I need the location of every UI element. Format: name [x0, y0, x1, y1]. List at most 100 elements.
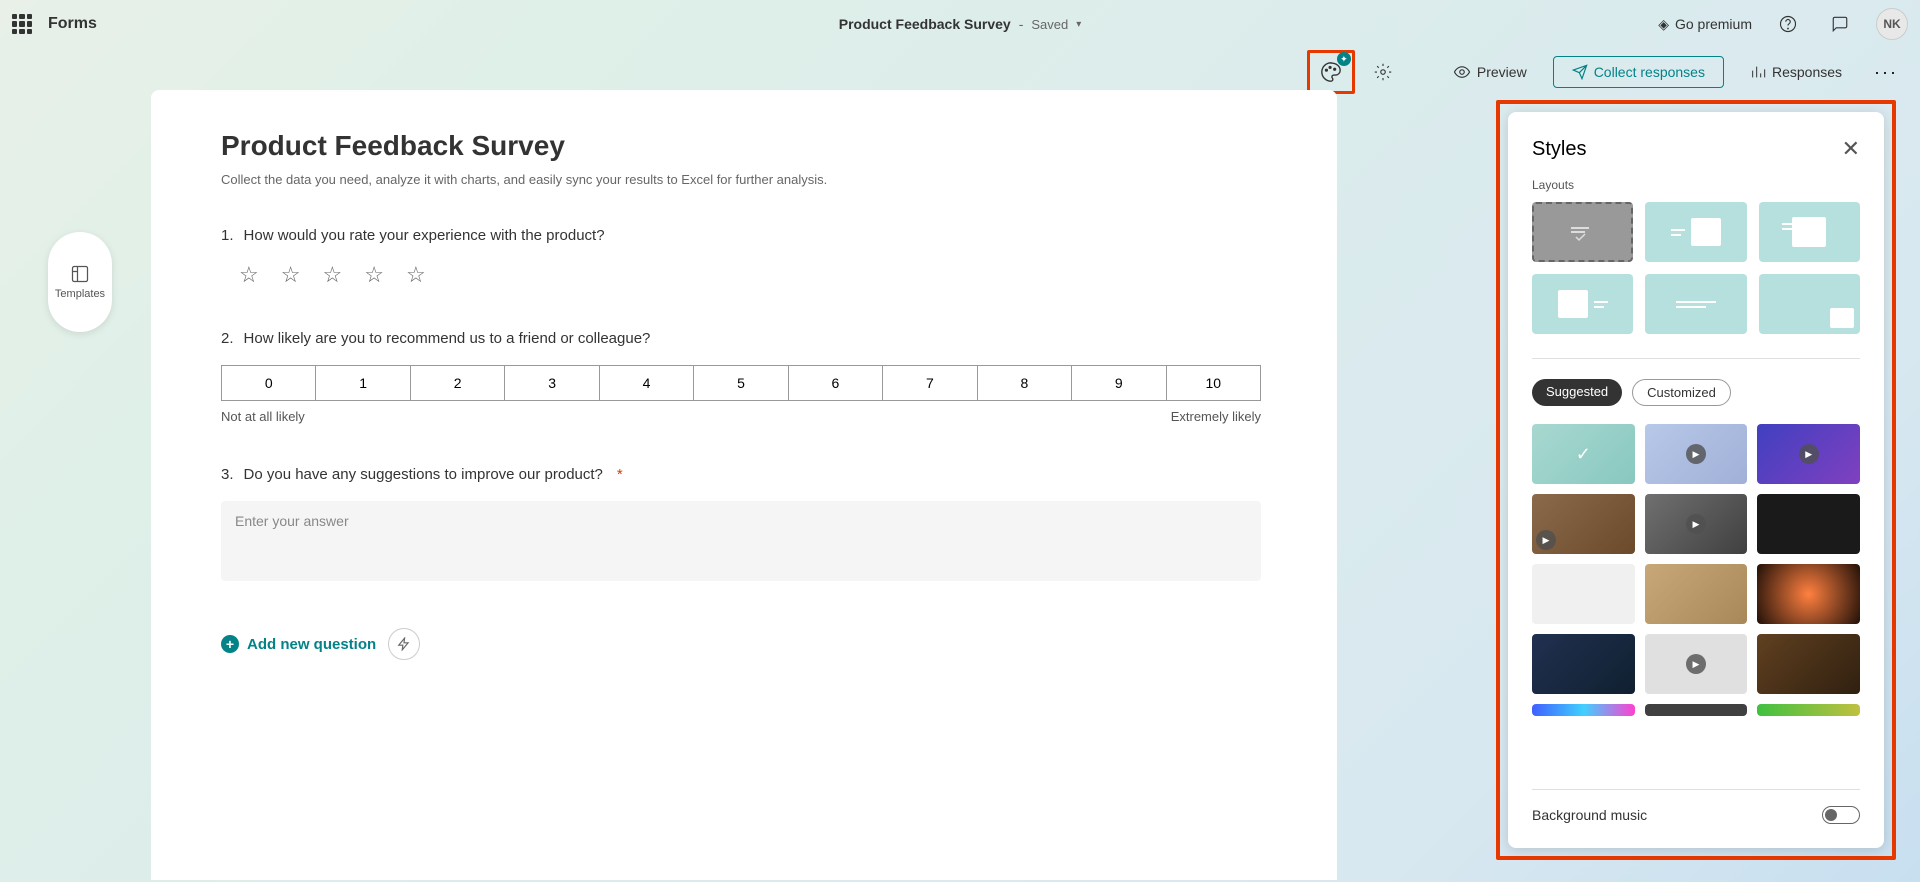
star-4[interactable]: ☆	[364, 262, 384, 288]
nps-scale: 0 1 2 3 4 5 6 7 8 9 10	[221, 365, 1261, 401]
theme-card-1[interactable]: ✓	[1532, 424, 1635, 484]
theme-card-4[interactable]: ▶	[1532, 494, 1635, 554]
nps-option-0[interactable]: 0	[221, 365, 316, 401]
add-new-label: Add new question	[247, 636, 376, 653]
star-1[interactable]: ☆	[239, 262, 259, 288]
save-status: Saved	[1031, 17, 1068, 32]
nps-option-4[interactable]: 4	[599, 365, 694, 401]
add-question-row: + Add new question	[221, 628, 1267, 660]
rating-stars: ☆ ☆ ☆ ☆ ☆	[221, 262, 1267, 288]
question-number: 1.	[221, 227, 234, 244]
nps-option-1[interactable]: 1	[315, 365, 410, 401]
close-button[interactable]: ✕	[1842, 136, 1860, 162]
responses-label: Responses	[1772, 64, 1842, 80]
answer-textarea[interactable]	[221, 501, 1261, 581]
help-button[interactable]	[1772, 8, 1804, 40]
nps-option-5[interactable]: 5	[693, 365, 788, 401]
nps-option-7[interactable]: 7	[882, 365, 977, 401]
theme-tabs: Suggested Customized	[1532, 379, 1860, 406]
layout-option-6[interactable]	[1759, 274, 1860, 334]
theme-card-6[interactable]	[1757, 494, 1860, 554]
settings-button[interactable]	[1367, 56, 1399, 88]
templates-tab[interactable]: Templates	[48, 232, 112, 332]
star-2[interactable]: ☆	[281, 262, 301, 288]
theme-card-3[interactable]: ▶	[1757, 424, 1860, 484]
ai-suggest-button[interactable]	[388, 628, 420, 660]
layouts-grid	[1532, 202, 1860, 334]
nps-option-9[interactable]: 9	[1071, 365, 1166, 401]
theme-card-13[interactable]	[1532, 704, 1635, 716]
add-new-question-button[interactable]: + Add new question	[221, 635, 376, 653]
theme-card-12[interactable]	[1757, 634, 1860, 694]
theme-button[interactable]: ✦	[1315, 56, 1347, 88]
responses-button[interactable]: Responses	[1736, 58, 1856, 86]
play-icon: ▶	[1536, 530, 1556, 550]
collect-responses-button[interactable]: Collect responses	[1553, 56, 1724, 88]
templates-label: Templates	[55, 288, 105, 300]
play -icon: ▶	[1686, 654, 1706, 674]
theme-card-5[interactable]: ▶	[1645, 494, 1748, 554]
question-1[interactable]: 1. How would you rate your experience wi…	[221, 227, 1267, 288]
background-music-row: Background music	[1532, 789, 1860, 824]
question-number: 2.	[221, 330, 234, 347]
question-text: Do you have any suggestions to improve o…	[244, 466, 603, 483]
theme-card-7[interactable]	[1532, 564, 1635, 624]
feedback-button[interactable]	[1824, 8, 1856, 40]
nps-right-label: Extremely likely	[1171, 409, 1261, 424]
play-icon: ▶	[1686, 444, 1706, 464]
tab-suggested[interactable]: Suggested	[1532, 379, 1622, 406]
nps-option-10[interactable]: 10	[1166, 365, 1261, 401]
nps-labels: Not at all likely Extremely likely	[221, 409, 1261, 424]
theme-card-11[interactable]: ▶	[1645, 634, 1748, 694]
check-icon: ✓	[1576, 444, 1591, 465]
collect-responses-label: Collect responses	[1594, 64, 1705, 80]
layout-option-1[interactable]	[1532, 202, 1633, 262]
layout-option-4[interactable]	[1532, 274, 1633, 334]
preview-button[interactable]: Preview	[1439, 57, 1541, 87]
apps-icon[interactable]	[12, 14, 32, 34]
star-5[interactable]: ☆	[406, 262, 426, 288]
user-avatar[interactable]: NK	[1876, 8, 1908, 40]
theme-card-10[interactable]	[1532, 634, 1635, 694]
question-2[interactable]: 2. How likely are you to recommend us to…	[221, 330, 1267, 424]
background-music-toggle[interactable]	[1822, 806, 1860, 824]
styles-title: Styles	[1532, 138, 1586, 161]
theme-card-8[interactable]	[1645, 564, 1748, 624]
layouts-label: Layouts	[1532, 178, 1860, 192]
layout-option-5[interactable]	[1645, 274, 1746, 334]
question-text: How likely are you to recommend us to a …	[244, 330, 651, 347]
nps-option-2[interactable]: 2	[410, 365, 505, 401]
theme-card-9[interactable]	[1757, 564, 1860, 624]
form-canvas: Product Feedback Survey Collect the data…	[151, 90, 1337, 880]
theme-card-14[interactable]	[1645, 704, 1748, 716]
go-premium-label: Go premium	[1675, 16, 1752, 32]
nps-option-6[interactable]: 6	[788, 365, 883, 401]
preview-label: Preview	[1477, 64, 1527, 80]
question-text: How would you rate your experience with …	[244, 227, 605, 244]
layout-option-3[interactable]	[1759, 202, 1860, 262]
brand-label: Forms	[48, 15, 97, 33]
layout-option-2[interactable]	[1645, 202, 1746, 262]
chevron-down-icon[interactable]: ▾	[1076, 19, 1081, 30]
theme-card-15[interactable]	[1757, 704, 1860, 716]
nps-option-8[interactable]: 8	[977, 365, 1072, 401]
star-3[interactable]: ☆	[322, 262, 342, 288]
question-3[interactable]: 3. Do you have any suggestions to improv…	[221, 466, 1267, 586]
play-icon: ▶	[1799, 444, 1819, 464]
action-toolbar: ✦ Preview Collect responses Responses ··…	[1307, 48, 1904, 96]
form-description[interactable]: Collect the data you need, analyze it wi…	[221, 172, 1267, 187]
styles-panel-highlight: Styles ✕ Layouts Sugg	[1496, 100, 1896, 860]
theme-card-2[interactable]: ▶	[1645, 424, 1748, 484]
required-marker: *	[617, 466, 623, 483]
form-title[interactable]: Product Feedback Survey	[221, 130, 1267, 162]
nps-option-3[interactable]: 3	[504, 365, 599, 401]
top-bar: Forms Product Feedback Survey - Saved ▾ …	[0, 0, 1920, 48]
play-icon: ▶	[1686, 514, 1706, 534]
more-button[interactable]: ···	[1868, 62, 1904, 83]
themes-grid: ✓ ▶ ▶ ▶ ▶ ▶	[1532, 424, 1860, 716]
diamond-icon: ◈	[1658, 16, 1669, 33]
nps-left-label: Not at all likely	[221, 409, 305, 424]
go-premium-button[interactable]: ◈ Go premium	[1658, 16, 1752, 33]
tab-customized[interactable]: Customized	[1632, 379, 1731, 406]
document-title-area[interactable]: Product Feedback Survey - Saved ▾	[839, 16, 1082, 32]
